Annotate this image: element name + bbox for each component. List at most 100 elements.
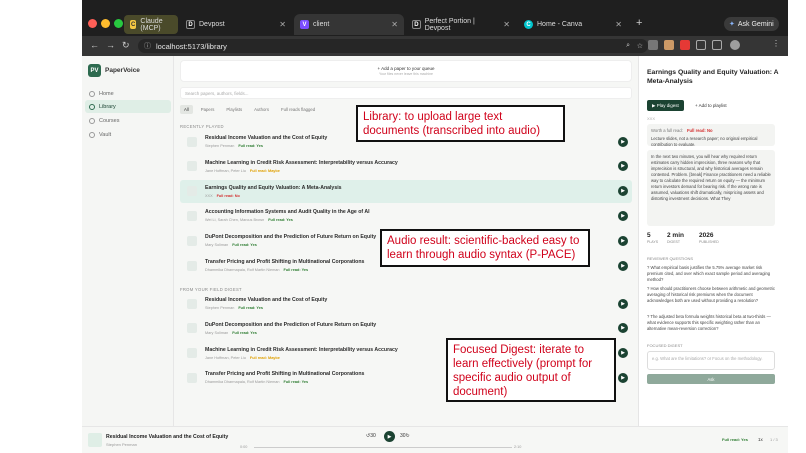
filter-all[interactable]: All <box>180 105 193 114</box>
add-to-playlist-button[interactable]: + Add to playlist <box>695 103 727 108</box>
vite-favicon-icon: V <box>300 20 309 29</box>
ask-button[interactable]: Ask <box>647 374 775 384</box>
extension-icon[interactable] <box>664 40 674 50</box>
paper-meta: Stephen Penman Full read: Yes <box>205 144 632 148</box>
paper-row[interactable]: Earnings Quality and Equity Valuation: A… <box>180 179 632 203</box>
canva-favicon-icon: C <box>524 20 533 29</box>
close-tab-icon[interactable]: ✕ <box>391 20 398 29</box>
stat-label: PLAYS <box>647 240 659 244</box>
reviewer-question: ? The adjusted beta formula weights hist… <box>647 314 771 331</box>
speed-button[interactable]: 1x <box>758 437 763 442</box>
full-read-tag: Full read: Maybe <box>249 168 280 173</box>
row-play-button[interactable]: ▶ <box>618 260 628 271</box>
paper-info: Accounting Information Systems and Audit… <box>205 209 632 222</box>
tab-canva[interactable]: C Home - Canva ✕ <box>518 15 628 34</box>
tab-claude[interactable]: C Claude (MCP) <box>124 15 178 34</box>
close-window-button[interactable] <box>88 19 97 28</box>
row-play-button[interactable]: ▶ <box>618 235 628 246</box>
bookmark-star-icon[interactable]: ☆ <box>637 42 643 50</box>
url-text: localhost:5173/library <box>156 41 227 51</box>
row-play-button[interactable]: ▶ <box>618 372 628 383</box>
brand-name: PaperVoice <box>105 67 140 74</box>
sidepanel-icon[interactable] <box>712 40 722 50</box>
player-title: Residual Income Valuation and the Cost o… <box>106 434 229 440</box>
audio-player-bar: Residual Income Valuation and the Cost o… <box>82 426 788 453</box>
ask-gemini-button[interactable]: ✦ Ask Gemini <box>724 17 779 31</box>
sidebar-item-library[interactable]: Library <box>85 100 171 113</box>
paper-title: Machine Learning in Credit Risk Assessme… <box>205 159 398 166</box>
paper-authors: Jane Hoffman, Peter Liu <box>205 355 246 360</box>
worth-note: Lecture slides, not a research paper; no… <box>651 136 758 146</box>
reload-icon[interactable]: ↻ <box>122 40 130 51</box>
tab-client[interactable]: V client ✕ <box>294 14 404 35</box>
sidebar-item-vault[interactable]: Vault <box>85 128 171 141</box>
sidebar-item-home[interactable]: Home <box>85 87 171 100</box>
extension-icon[interactable] <box>648 40 658 50</box>
tab-strip: C Claude (MCP) D Devpost ✕ V client ✕ D … <box>82 0 788 36</box>
paper-row[interactable]: Machine Learning in Credit Risk Assessme… <box>180 155 632 178</box>
paper-meta: Wei Li, Sarah Chen, Marcus Brown Full rea… <box>205 218 632 222</box>
paper-authors: Mary Soliman <box>205 243 229 248</box>
stat-label: DIGEST <box>667 240 681 244</box>
play-digest-button[interactable]: ▶ Play digest <box>647 100 684 111</box>
close-tab-icon[interactable]: ✕ <box>503 20 510 29</box>
paper-row[interactable]: DuPont Decomposition and the Prediction … <box>180 317 632 340</box>
rewind-30-button[interactable]: ↺30 <box>366 433 376 439</box>
stat-value: 2026 <box>699 232 714 239</box>
filter-papers[interactable]: Papers <box>197 105 219 114</box>
tab-devpost[interactable]: D Devpost ✕ <box>180 15 292 34</box>
forward-30-button[interactable]: 30↻ <box>400 433 410 439</box>
paper-title: Residual Income Valuation and the Cost o… <box>205 297 328 303</box>
filter-full-reads[interactable]: Full reads flagged <box>277 105 319 114</box>
profile-avatar[interactable] <box>730 40 740 50</box>
extensions-puzzle-icon[interactable] <box>696 40 706 50</box>
paper-row[interactable]: Residual Income Valuation and the Cost o… <box>180 292 632 315</box>
sidebar-item-label: Vault <box>99 131 112 138</box>
zoom-icon[interactable]: ⌕ <box>626 42 630 50</box>
row-play-button[interactable]: ▶ <box>618 298 628 309</box>
paper-thumbnail-icon <box>187 372 197 383</box>
search-input[interactable]: Search papers, authors, fields... <box>180 87 632 99</box>
paper-info: Earnings Quality and Equity Valuation: A… <box>205 185 632 198</box>
progress-track[interactable] <box>254 447 512 448</box>
paper-row[interactable]: Accounting Information Systems and Audit… <box>180 204 632 227</box>
zoom-window-button[interactable] <box>114 19 123 28</box>
full-read-tag: Full read: Maybe <box>249 355 280 360</box>
sidebar-item-label: Home <box>99 90 114 97</box>
tab-perfect-portion[interactable]: D Perfect Portion | Devpost ✕ <box>406 15 516 34</box>
stat-label: PUBLISHED <box>699 240 719 244</box>
upload-title: + Add a paper to your queue <box>377 66 435 71</box>
menu-kebab-icon[interactable]: ⋮ <box>772 39 780 48</box>
full-read-tag: Full read: Yes <box>238 144 263 148</box>
forward-icon[interactable]: → <box>106 40 115 50</box>
section-recently-played: RECENTLY PLAYED <box>180 124 224 129</box>
stat-value: 5 <box>647 232 651 239</box>
sidebar-item-label: Courses <box>99 117 120 124</box>
new-tab-button[interactable]: + <box>636 17 642 29</box>
extension-icon[interactable] <box>680 40 690 50</box>
logo: PV <box>88 64 101 77</box>
address-bar[interactable]: ⓘ localhost:5173/library ⌕ ☆ <box>138 39 648 53</box>
paper-thumbnail-icon <box>187 186 197 197</box>
tab-label: Claude (MCP) <box>140 17 163 32</box>
focused-digest-input[interactable]: e.g. What are the limitations? or Focus … <box>647 351 775 370</box>
upload-dropzone[interactable]: + Add a paper to your queue Your files n… <box>180 60 632 82</box>
player-play-button[interactable]: ▶ <box>384 431 395 442</box>
close-tab-icon[interactable]: ✕ <box>615 20 622 29</box>
player-thumbnail <box>88 433 102 447</box>
minimize-window-button[interactable] <box>101 19 110 28</box>
library-icon <box>89 103 95 110</box>
paper-meta: XXX Full read: No <box>205 194 632 198</box>
filter-authors[interactable]: Authors <box>250 105 273 114</box>
site-info-icon[interactable]: ⓘ <box>144 41 151 51</box>
sidebar: PV PaperVoice Home Library Courses Vault <box>82 56 174 453</box>
close-tab-icon[interactable]: ✕ <box>279 20 286 29</box>
back-icon[interactable]: ← <box>90 40 99 50</box>
sidebar-item-courses[interactable]: Courses <box>85 114 171 127</box>
filter-playlists[interactable]: Playlists <box>222 105 246 114</box>
row-play-button[interactable]: ▶ <box>618 210 628 221</box>
focused-digest-heading: FOCUSED DIGEST <box>647 343 683 348</box>
row-play-button[interactable]: ▶ <box>618 136 628 147</box>
devpost-favicon-icon: D <box>186 20 195 29</box>
stat-published: 2026 PUBLISHED <box>699 232 719 244</box>
